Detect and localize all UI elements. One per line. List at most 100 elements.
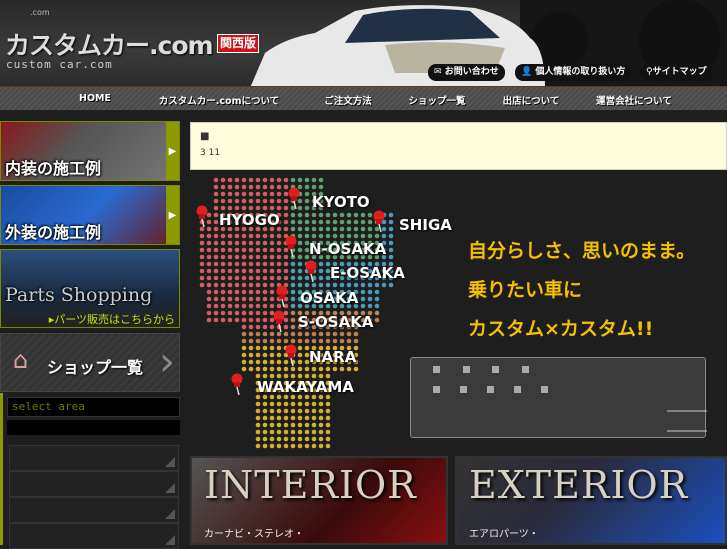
prefecture-link-hyogo[interactable]: HYOGO (219, 211, 280, 229)
prefecture-link-wakayama[interactable]: WAKAYAMA (257, 378, 354, 396)
exterior-examples-banner[interactable]: 外装の施工例 ▶ (0, 185, 180, 245)
map-dot (283, 268, 289, 274)
map-dot (318, 366, 324, 372)
map-dot (353, 212, 359, 218)
map-dot (262, 324, 268, 330)
map-dot (213, 289, 219, 295)
search-icon: ⚲ (646, 67, 653, 77)
nav-home[interactable]: HOME (79, 93, 111, 104)
map-dot (220, 303, 226, 309)
map-dot (241, 177, 247, 183)
map-dot (276, 422, 282, 428)
sitemap-link[interactable]: ⚲サイトマップ (640, 64, 713, 81)
prefecture-link-shiga[interactable]: SHIGA (399, 216, 452, 234)
map-dot (367, 303, 373, 309)
map-dot (241, 303, 247, 309)
map-dot (234, 254, 240, 260)
prefecture-link-n-osaka[interactable]: N-OSAKA (309, 240, 386, 258)
map-dot (360, 303, 366, 309)
map-dot (262, 352, 268, 358)
select-area-bar (7, 420, 180, 435)
map-dot (290, 303, 296, 309)
interior-banner[interactable]: INTERIOR カーナビ・ステレオ・ (190, 456, 448, 545)
house-icon: ⌂ (13, 346, 29, 374)
map-dot (297, 177, 303, 183)
map-dot (374, 282, 380, 288)
map-dot (269, 247, 275, 253)
privacy-link[interactable]: 👤 個人情報の取り扱い方 (515, 64, 632, 81)
map-dot (276, 345, 282, 351)
area-option[interactable] (9, 471, 179, 497)
map-dot (276, 338, 282, 344)
contact-link[interactable]: ✉ お問い合わせ (428, 64, 505, 81)
map-dot (346, 233, 352, 239)
map-dot (262, 184, 268, 190)
nav-company[interactable]: 運営会社について (596, 93, 672, 107)
prefecture-link-e-osaka[interactable]: E-OSAKA (330, 264, 405, 282)
exterior-banner[interactable]: EXTERIOR エアロパーツ・ (455, 456, 727, 545)
map-dot (297, 254, 303, 260)
map-dot (290, 212, 296, 218)
map-dot (290, 408, 296, 414)
map-dot (227, 289, 233, 295)
map-dot (325, 401, 331, 407)
area-option[interactable] (9, 445, 179, 471)
map-dot (311, 282, 317, 288)
map-dot (262, 275, 268, 281)
map-dot (304, 338, 310, 344)
map-dot (206, 317, 212, 323)
map-dot (248, 184, 254, 190)
map-dot (220, 191, 226, 197)
prefecture-link-s-osaka[interactable]: S-OSAKA (298, 313, 373, 331)
map-dot (318, 275, 324, 281)
map-dot (227, 177, 233, 183)
header: .com カスタムカー.com custom car.com 関西版 ✉ お問い… (0, 0, 727, 86)
map-dot (283, 443, 289, 449)
map-dot (248, 254, 254, 260)
area-select-panel: select area (0, 393, 180, 549)
map-dot (353, 338, 359, 344)
map-dot (269, 443, 275, 449)
nav-shops[interactable]: ショップ一覧 (408, 93, 465, 107)
map-dot (297, 436, 303, 442)
map-dot (262, 296, 268, 302)
map-dot (318, 429, 324, 435)
prefecture-link-nara[interactable]: NARA (309, 348, 356, 366)
interior-examples-banner[interactable]: 内装の施工例 ▶ (0, 121, 180, 181)
map-dot (304, 401, 310, 407)
prefecture-link-kyoto[interactable]: KYOTO (312, 193, 370, 211)
map-dot (339, 338, 345, 344)
map-dot (304, 282, 310, 288)
map-dot (220, 296, 226, 302)
nav-join[interactable]: 出店について (503, 93, 560, 107)
person-icon: 👤 (521, 67, 536, 77)
map-dot (213, 198, 219, 204)
map-dot (290, 436, 296, 442)
map-dot (325, 233, 331, 239)
area-option[interactable] (9, 523, 179, 549)
shop-list-button[interactable]: ⌂ ショップ一覧 › (0, 333, 180, 392)
map-dot (248, 268, 254, 274)
prefecture-link-osaka[interactable]: OSAKA (300, 289, 358, 307)
map-dot (234, 275, 240, 281)
parts-shopping-banner[interactable]: Parts Shopping ▸パーツ販売はこちらから (0, 249, 180, 328)
map-dot (311, 212, 317, 218)
map-dot (213, 212, 219, 218)
map-dot (297, 366, 303, 372)
map-dot (213, 282, 219, 288)
nav-about[interactable]: カスタムカー.comについて (159, 93, 279, 107)
map-dot (297, 331, 303, 337)
site-logo[interactable]: カスタムカー.com (5, 26, 214, 62)
map-dot (276, 261, 282, 267)
map-dot (318, 401, 324, 407)
map-dot (290, 443, 296, 449)
map-dot (297, 415, 303, 421)
map-dot (234, 240, 240, 246)
map-dot (276, 436, 282, 442)
map-dot (290, 282, 296, 288)
map-dot (248, 324, 254, 330)
nav-order[interactable]: ご注文方法 (324, 93, 372, 107)
area-option[interactable] (9, 497, 179, 523)
map-dot (339, 366, 345, 372)
map-dot (269, 366, 275, 372)
